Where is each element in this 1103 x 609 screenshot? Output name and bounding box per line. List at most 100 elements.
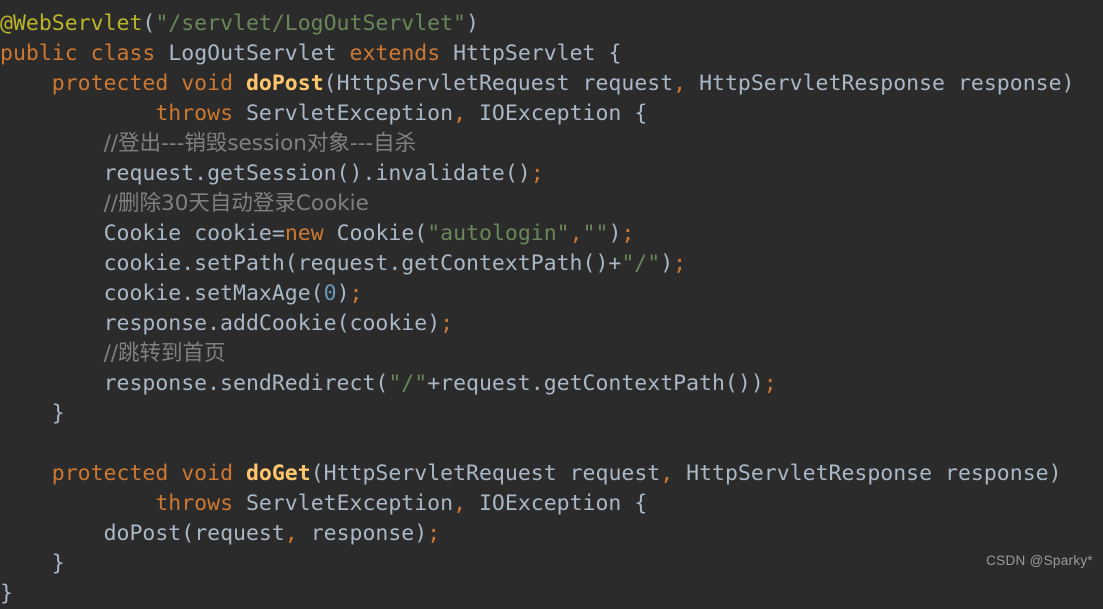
paren-open: ( xyxy=(284,251,298,276)
keyword-extends: extends xyxy=(349,41,441,66)
comma: , xyxy=(660,461,674,486)
string-literal: "/" xyxy=(621,251,661,276)
argument: response xyxy=(310,521,415,546)
var-type: Cookie xyxy=(103,221,182,246)
exception-type: ServletException xyxy=(245,491,454,516)
plus-operator: + xyxy=(427,371,441,396)
semicolon: ; xyxy=(621,221,635,246)
brace-open: { xyxy=(634,491,648,516)
code-line-19: } xyxy=(0,549,1103,579)
method-name-doget: doGet xyxy=(245,461,311,486)
paren-close: ) xyxy=(1048,461,1062,486)
expression: response.sendRedirect xyxy=(103,371,376,396)
code-line-8: Cookie cookie=new Cookie("autologin","")… xyxy=(0,219,1103,249)
code-line-15-blank xyxy=(0,429,1103,459)
paren-close: ) xyxy=(660,251,674,276)
brace-open: { xyxy=(608,41,622,66)
csdn-watermark: CSDN @Sparky* xyxy=(986,553,1093,568)
semicolon: ; xyxy=(427,521,441,546)
code-line-16: protected void doGet(HttpServletRequest … xyxy=(0,459,1103,489)
code-editor-surface[interactable]: @WebServlet("/servlet/LogOutServlet") pu… xyxy=(0,0,1103,606)
param-name: response xyxy=(945,461,1049,486)
keyword-throws: throws xyxy=(155,491,234,516)
keyword-void: void xyxy=(181,461,234,486)
paren-open: ( xyxy=(414,221,428,246)
comma: , xyxy=(673,71,687,96)
string-literal: "/servlet/LogOutServlet" xyxy=(155,11,467,36)
keyword-throws: throws xyxy=(155,101,234,126)
paren-open: ( xyxy=(323,71,337,96)
param-type: HttpServletRequest xyxy=(323,461,557,486)
brace-open: { xyxy=(634,101,648,126)
brace-close: } xyxy=(51,401,65,426)
comment-text: //删除30天自动登录Cookie xyxy=(103,191,369,216)
paren-close: ) xyxy=(427,311,441,336)
comment-text: //登出---销毁session对象---自杀 xyxy=(103,131,417,156)
comma: , xyxy=(569,221,583,246)
paren-close: ) xyxy=(608,221,622,246)
param-name: request xyxy=(582,71,674,96)
code-line-14: } xyxy=(0,399,1103,429)
expression: response.addCookie xyxy=(103,311,337,336)
constructor-name: Cookie xyxy=(336,221,415,246)
semicolon: ; xyxy=(673,251,687,276)
exception-type: ServletException xyxy=(245,101,454,126)
paren-close: ) xyxy=(466,11,479,36)
paren-close: ) xyxy=(336,281,350,306)
inner-expression: request.getContextPath() xyxy=(440,371,751,396)
code-line-2: public class LogOutServlet extends HttpS… xyxy=(0,39,1103,69)
code-line-5: //登出---销毁session对象---自杀 xyxy=(0,129,1103,159)
paren-open: ( xyxy=(142,11,156,36)
number-literal: 0 xyxy=(323,281,337,306)
code-line-7: //删除30天自动登录Cookie xyxy=(0,189,1103,219)
semicolon: ; xyxy=(440,311,454,336)
code-line-13: response.sendRedirect("/"+request.getCon… xyxy=(0,369,1103,399)
superclass-name: HttpServlet xyxy=(453,41,596,66)
string-literal-empty: "" xyxy=(582,221,609,246)
paren-open: ( xyxy=(310,281,324,306)
param-name: response xyxy=(957,71,1062,96)
code-line-11: response.addCookie(cookie); xyxy=(0,309,1103,339)
code-line-1: @WebServlet("/servlet/LogOutServlet") xyxy=(0,9,1103,39)
keyword-void: void xyxy=(181,71,234,96)
code-line-18: doPost(request, response); xyxy=(0,519,1103,549)
paren-close: ) xyxy=(1061,71,1075,96)
expression: cookie.setPath xyxy=(103,251,285,276)
expression: cookie.setMaxAge xyxy=(103,281,311,306)
param-name: request xyxy=(569,461,661,486)
string-literal: "autologin" xyxy=(427,221,570,246)
code-line-17: throws ServletException, IOException { xyxy=(0,489,1103,519)
annotation-token: @WebServlet xyxy=(0,11,143,36)
paren-close: ) xyxy=(414,521,428,546)
assign-operator: = xyxy=(271,221,285,246)
inner-expression: request.getContextPath() xyxy=(297,251,609,276)
exception-type: IOException xyxy=(478,101,622,126)
keyword-protected: protected xyxy=(51,461,169,486)
exception-type: IOException xyxy=(478,491,622,516)
string-literal: "/" xyxy=(388,371,428,396)
comma: , xyxy=(453,101,467,126)
comma: , xyxy=(284,521,298,546)
paren-open: ( xyxy=(181,521,195,546)
semicolon: ; xyxy=(763,371,777,396)
code-line-10: cookie.setMaxAge(0); xyxy=(0,279,1103,309)
param-type: HttpServletRequest xyxy=(336,71,570,96)
keyword-protected: protected xyxy=(51,71,169,96)
expression: request.getSession().invalidate() xyxy=(103,161,531,186)
keyword-new: new xyxy=(284,221,324,246)
code-line-4: throws ServletException, IOException { xyxy=(0,99,1103,129)
comment-text: //跳转到首页 xyxy=(103,341,226,366)
semicolon: ; xyxy=(349,281,363,306)
var-name: cookie xyxy=(194,221,272,246)
argument: request xyxy=(194,521,285,546)
brace-close: } xyxy=(0,581,13,606)
keyword-public: public xyxy=(0,41,78,66)
method-call: doPost xyxy=(103,521,182,546)
semicolon: ; xyxy=(530,161,544,186)
code-line-20: } xyxy=(0,579,1103,609)
code-line-9: cookie.setPath(request.getContextPath()+… xyxy=(0,249,1103,279)
paren-close: ) xyxy=(750,371,764,396)
param-type: HttpServletResponse xyxy=(686,461,933,486)
keyword-class: class xyxy=(90,41,156,66)
param-type: HttpServletResponse xyxy=(699,71,946,96)
